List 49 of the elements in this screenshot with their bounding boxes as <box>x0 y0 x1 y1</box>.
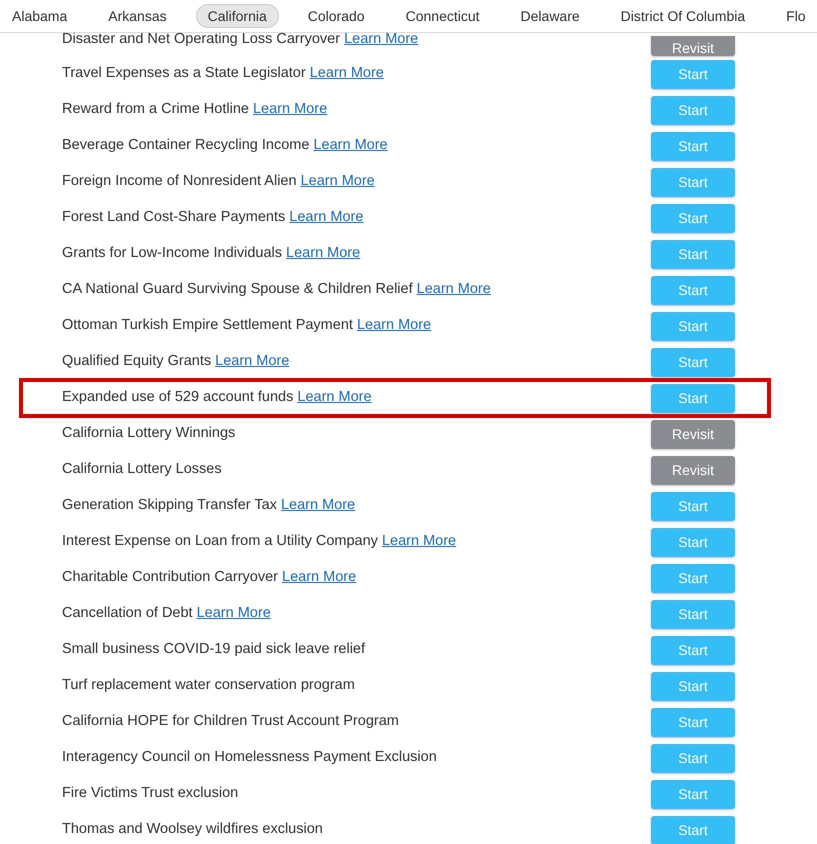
state-tab[interactable]: Flo <box>774 4 807 28</box>
item-title: Thomas and Woolsey wildfires exclusion <box>62 820 323 840</box>
revisit-button[interactable]: Revisit <box>651 36 735 56</box>
item-title: California HOPE for Children Trust Account Program <box>62 712 399 732</box>
revisit-button[interactable]: Revisit <box>651 456 735 484</box>
learn-more-link[interactable]: Learn More <box>282 569 356 586</box>
item-title: Small business COVID-19 paid sick leave relief <box>62 640 366 660</box>
learn-more-link[interactable]: Learn More <box>252 101 328 118</box>
state-tab[interactable]: Arkansas <box>96 4 179 28</box>
item-title: Forest Land Cost-Share Payments Learn More <box>62 208 364 228</box>
item-title: Reward from a Crime Hotline Learn More <box>62 100 328 120</box>
learn-more-link[interactable]: Learn More <box>313 137 388 154</box>
item-title: California Lottery Losses <box>62 460 222 480</box>
item-title: Beverage Container Recycling Income Learn More <box>62 136 388 156</box>
state-tab[interactable]: California <box>196 4 279 28</box>
learn-more-link[interactable]: Learn More <box>300 173 375 190</box>
revisit-button[interactable]: Revisit <box>651 420 735 448</box>
learn-more-link[interactable]: Learn More <box>196 605 271 622</box>
item-title: Interagency Council on Homelessness Payment Exclusion <box>62 748 437 768</box>
item-title: California Lottery Winnings <box>62 424 236 444</box>
state-tab[interactable]: Alabama <box>0 4 80 28</box>
learn-more-link[interactable]: Learn More <box>297 389 372 406</box>
item-title: Expanded use of 529 account funds Learn More <box>62 388 372 408</box>
item-title: Disaster and Net Operating Loss Carryover Learn More <box>62 30 418 49</box>
item-title: Turf replacement water conservation program <box>62 676 355 696</box>
item-title: Interest Expense on Loan from a Utility Company Learn More <box>62 532 456 552</box>
item-title: Generation Skipping Transfer Tax Learn More <box>62 496 356 516</box>
learn-more-link[interactable]: Learn More <box>382 533 456 550</box>
state-tab[interactable]: District Of Columbia <box>608 4 758 28</box>
state-tab[interactable]: Delaware <box>508 4 592 28</box>
learn-more-link[interactable]: Learn More <box>344 31 418 47</box>
item-title: Ottoman Turkish Empire Settlement Payment Learn More <box>62 316 432 336</box>
learn-more-link[interactable]: Learn More <box>356 317 432 334</box>
item-title: Foreign Income of Nonresident Alien Learn More <box>62 172 375 192</box>
learn-more-link[interactable]: Learn More <box>416 281 491 298</box>
item-title: Grants for Low-Income Individuals Learn More <box>62 244 360 264</box>
learn-more-link[interactable]: Learn More <box>215 353 290 370</box>
learn-more-link[interactable]: Learn More <box>289 209 364 226</box>
item-title: Cancellation of Debt Learn More <box>62 604 271 624</box>
item-title: CA National Guard Surviving Spouse & Children Relief Learn More <box>62 280 491 300</box>
state-tab[interactable]: Connecticut <box>394 4 492 28</box>
learn-more-link[interactable]: Learn More <box>310 65 384 82</box>
learn-more-link[interactable]: Learn More <box>286 245 360 262</box>
item-title: Qualified Equity Grants Learn More <box>62 352 290 372</box>
item-title: Charitable Contribution Carryover Learn More <box>62 568 356 588</box>
learn-more-link[interactable]: Learn More <box>280 497 356 514</box>
state-tab[interactable]: Colorado <box>296 4 377 28</box>
item-title: Fire Victims Trust exclusion <box>62 784 238 804</box>
item-title: Travel Expenses as a State Legislator Learn More <box>62 64 384 84</box>
